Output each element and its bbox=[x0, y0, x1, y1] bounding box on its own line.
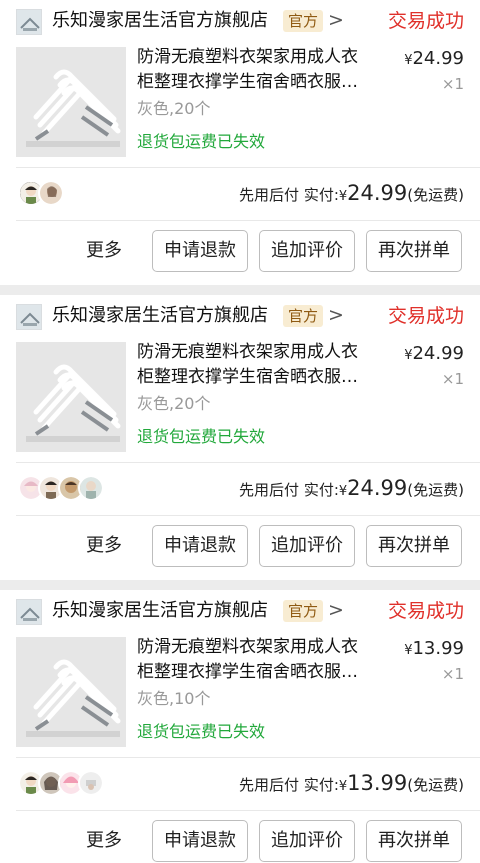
product-title[interactable]: 防滑无痕塑料衣架家用成人衣 柜整理衣撑学生宿舍晒衣服… bbox=[137, 45, 389, 95]
more-button[interactable]: 更多 bbox=[86, 828, 122, 854]
quantity: ×1 bbox=[441, 370, 464, 388]
price-value: 13.99 bbox=[412, 638, 464, 659]
currency-symbol: ¥ bbox=[338, 779, 348, 794]
more-button[interactable]: 更多 bbox=[86, 533, 122, 559]
official-badge: 官方 bbox=[283, 305, 324, 327]
divider bbox=[16, 757, 480, 758]
avatar bbox=[78, 770, 104, 796]
divider bbox=[16, 167, 480, 168]
product-title-line: 柜整理衣撑学生宿舍晒衣服… bbox=[137, 367, 358, 387]
more-button[interactable]: 更多 bbox=[86, 238, 122, 264]
price-value: 24.99 bbox=[412, 48, 464, 69]
product-image[interactable] bbox=[16, 47, 126, 157]
chevron-right-icon[interactable]: > bbox=[328, 7, 344, 33]
shop-logo bbox=[16, 304, 42, 330]
product-spec: 灰色,20个 bbox=[137, 99, 211, 118]
order-status: 交易成功 bbox=[387, 600, 464, 622]
unit-price: ¥13.99 bbox=[404, 637, 464, 663]
shop-name[interactable]: 乐知漫家居生活官方旗舰店 bbox=[52, 9, 268, 33]
action-bar: 更多 申请退款 追加评价 再次拼单 bbox=[0, 525, 480, 567]
payment-label: 先用后付 实付: bbox=[239, 776, 339, 794]
rebuy-button[interactable]: 再次拼单 bbox=[366, 525, 462, 567]
product-image[interactable] bbox=[16, 342, 126, 452]
divider bbox=[16, 220, 480, 221]
avatar bbox=[78, 475, 104, 501]
order-status: 交易成功 bbox=[387, 10, 464, 32]
shipping-note: (免运费) bbox=[407, 186, 464, 204]
product-image[interactable] bbox=[16, 637, 126, 747]
official-badge: 官方 bbox=[283, 600, 324, 622]
payment-label: 先用后付 实付: bbox=[239, 186, 339, 204]
chevron-right-icon[interactable]: > bbox=[328, 597, 344, 623]
refund-button[interactable]: 申请退款 bbox=[152, 820, 248, 862]
payment-summary: 先用后付 实付:¥13.99(免运费) bbox=[239, 768, 464, 802]
shop-name[interactable]: 乐知漫家居生活官方旗舰店 bbox=[52, 599, 268, 623]
currency-symbol: ¥ bbox=[338, 189, 348, 204]
refund-button[interactable]: 申请退款 bbox=[152, 230, 248, 272]
product-title-line: 柜整理衣撑学生宿舍晒衣服… bbox=[137, 662, 358, 682]
product-title-line: 柜整理衣撑学生宿舍晒衣服… bbox=[137, 72, 358, 92]
payment-summary: 先用后付 实付:¥24.99(免运费) bbox=[239, 473, 464, 507]
order-card[interactable]: 乐知漫家居生活官方旗舰店 官方 > 交易成功 防滑无痕塑料衣架家用成人衣 柜整理… bbox=[0, 0, 480, 285]
shop-logo bbox=[16, 9, 42, 35]
product-title-line: 防滑无痕塑料衣架家用成人衣 bbox=[137, 47, 358, 67]
order-status: 交易成功 bbox=[387, 305, 464, 327]
product-spec: 灰色,10个 bbox=[137, 689, 211, 708]
quantity: ×1 bbox=[441, 665, 464, 683]
shop-header[interactable]: 乐知漫家居生活官方旗舰店 官方 > 交易成功 bbox=[0, 295, 480, 335]
shop-name[interactable]: 乐知漫家居生活官方旗舰店 bbox=[52, 304, 268, 328]
payment-summary: 先用后付 实付:¥24.99(免运费) bbox=[239, 178, 464, 212]
paid-amount: 24.99 bbox=[347, 181, 408, 205]
paid-amount: 24.99 bbox=[347, 476, 408, 500]
divider bbox=[16, 810, 480, 811]
avatar bbox=[38, 180, 64, 206]
rebuy-button[interactable]: 再次拼单 bbox=[366, 230, 462, 272]
action-bar: 更多 申请退款 追加评价 再次拼单 bbox=[0, 820, 480, 862]
add-review-button[interactable]: 追加评价 bbox=[259, 230, 355, 272]
return-shipping-notice: 退货包运费已失效 bbox=[137, 722, 266, 741]
add-review-button[interactable]: 追加评价 bbox=[259, 525, 355, 567]
add-review-button[interactable]: 追加评价 bbox=[259, 820, 355, 862]
product-title-line: 防滑无痕塑料衣架家用成人衣 bbox=[137, 637, 358, 657]
shipping-note: (免运费) bbox=[407, 481, 464, 499]
product-title-line: 防滑无痕塑料衣架家用成人衣 bbox=[137, 342, 358, 362]
order-card[interactable]: 乐知漫家居生活官方旗舰店 官方 > 交易成功 防滑无痕塑料衣架家用成人衣 柜整理… bbox=[0, 295, 480, 580]
return-shipping-notice: 退货包运费已失效 bbox=[137, 132, 266, 151]
action-bar: 更多 申请退款 追加评价 再次拼单 bbox=[0, 230, 480, 272]
divider bbox=[16, 515, 480, 516]
payment-label: 先用后付 实付: bbox=[239, 481, 339, 499]
unit-price: ¥24.99 bbox=[404, 47, 464, 73]
refund-button[interactable]: 申请退款 bbox=[152, 525, 248, 567]
product-title[interactable]: 防滑无痕塑料衣架家用成人衣 柜整理衣撑学生宿舍晒衣服… bbox=[137, 635, 389, 685]
order-card[interactable]: 乐知漫家居生活官方旗舰店 官方 > 交易成功 防滑无痕塑料衣架家用成人衣 柜整理… bbox=[0, 590, 480, 863]
price-value: 24.99 bbox=[412, 343, 464, 364]
shop-header[interactable]: 乐知漫家居生活官方旗舰店 官方 > 交易成功 bbox=[0, 590, 480, 630]
shop-logo bbox=[16, 599, 42, 625]
currency-symbol: ¥ bbox=[338, 484, 348, 499]
official-badge: 官方 bbox=[283, 10, 324, 32]
rebuy-button[interactable]: 再次拼单 bbox=[366, 820, 462, 862]
paid-amount: 13.99 bbox=[347, 771, 408, 795]
unit-price: ¥24.99 bbox=[404, 342, 464, 368]
product-spec: 灰色,20个 bbox=[137, 394, 211, 413]
product-title[interactable]: 防滑无痕塑料衣架家用成人衣 柜整理衣撑学生宿舍晒衣服… bbox=[137, 340, 389, 390]
shop-header[interactable]: 乐知漫家居生活官方旗舰店 官方 > 交易成功 bbox=[0, 0, 480, 40]
return-shipping-notice: 退货包运费已失效 bbox=[137, 427, 266, 446]
quantity: ×1 bbox=[441, 75, 464, 93]
order-list: 乐知漫家居生活官方旗舰店 官方 > 交易成功 防滑无痕塑料衣架家用成人衣 柜整理… bbox=[0, 0, 480, 863]
divider bbox=[16, 462, 480, 463]
shipping-note: (免运费) bbox=[407, 776, 464, 794]
chevron-right-icon[interactable]: > bbox=[328, 302, 344, 328]
